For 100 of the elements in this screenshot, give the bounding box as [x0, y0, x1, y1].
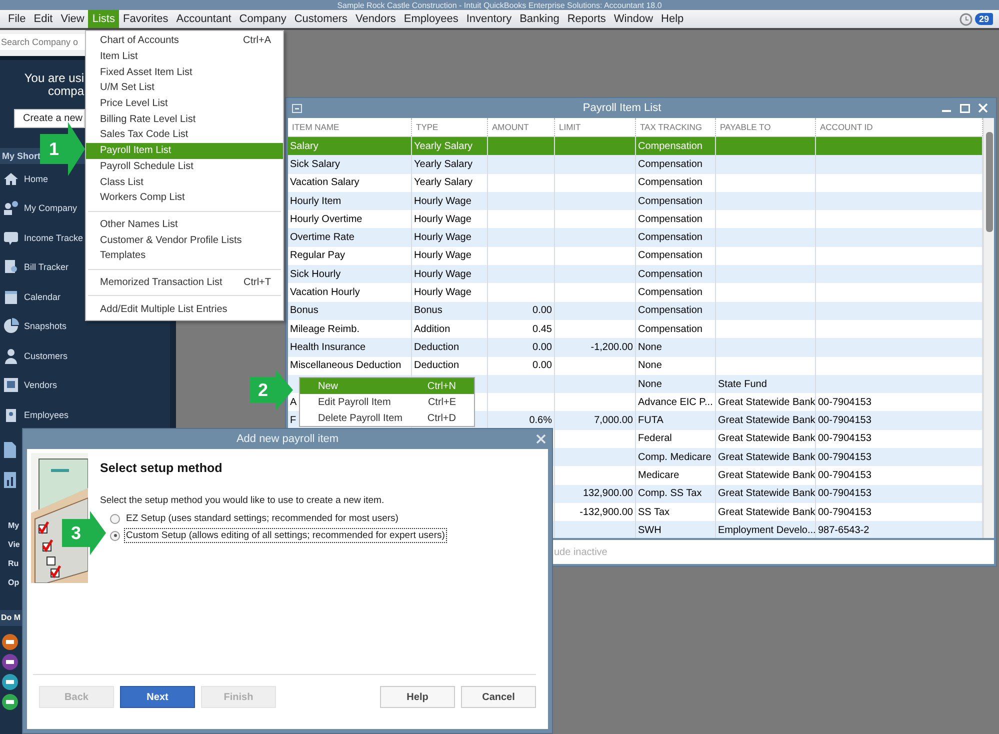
scrollbar[interactable] [983, 118, 994, 538]
table-row[interactable]: Bonus Bonus 0.00 Compensation [288, 302, 983, 320]
do-more-header: Do M [0, 613, 21, 622]
menu-item[interactable]: Banking [516, 10, 564, 28]
menu-item[interactable]: Delete Payroll Item Ctrl+D [300, 410, 474, 426]
menu-item[interactable]: Vendors [352, 10, 400, 28]
sidebar-section-tab[interactable]: Op [8, 572, 20, 592]
wizard-button[interactable]: Cancel [461, 686, 536, 708]
table-row[interactable]: Hourly Item Hourly Wage Compensation [288, 192, 983, 210]
menu-item[interactable]: Workers Comp List [86, 190, 283, 206]
wizard-button[interactable]: Help [380, 686, 455, 708]
table-cell: Bonus [290, 305, 318, 316]
shortcut-item[interactable]: Snapshots [0, 316, 67, 336]
table-cell: -1,200.00 [590, 342, 633, 353]
menu-item[interactable]: File [4, 10, 30, 28]
shortcuts-header: My Short [1, 151, 41, 161]
table-cell: Great Statewide Bank [718, 506, 816, 518]
table-row[interactable]: Overtime Rate Hourly Wage Compensation [288, 228, 983, 247]
menu-item[interactable]: Edit [30, 10, 57, 28]
menu-item[interactable]: Customers [290, 10, 352, 28]
table-cell: Regular Pay [290, 250, 346, 262]
table-cell: 00-7904153 [818, 506, 872, 518]
sidebar-section-tab[interactable]: My [8, 516, 20, 534]
app-icon[interactable] [2, 654, 18, 670]
menu-item[interactable]: Company [235, 10, 290, 28]
table-cell: Hourly Item [290, 196, 342, 207]
table-cell: Hourly Wage [414, 232, 472, 244]
menu-item[interactable]: Fixed Asset Item List [86, 64, 283, 80]
report-icon[interactable] [3, 472, 17, 488]
menu-item[interactable]: View [56, 10, 88, 28]
menu-item[interactable]: Payroll Item List [86, 142, 283, 158]
shortcut-item[interactable]: My Company [0, 198, 78, 218]
menu-item[interactable]: Help [657, 10, 688, 28]
menu-item[interactable]: Employees [400, 10, 462, 28]
wizard-button[interactable]: Next [120, 686, 195, 708]
column-header[interactable]: PAYABLE TO [716, 118, 816, 136]
menu-item[interactable]: Customer & Vendor Profile Lists [86, 232, 283, 248]
table-cell: Hourly Wage [414, 196, 472, 207]
app-icon[interactable] [2, 634, 18, 650]
close-icon[interactable] [536, 434, 546, 444]
menu-item[interactable]: New Ctrl+N [300, 378, 474, 394]
sidebar-section-tab[interactable]: Vie [8, 534, 20, 554]
window-menu-icon[interactable] [292, 104, 302, 112]
table-cell: Hourly Wage [414, 268, 472, 280]
table-cell: Great Statewide Bank [718, 488, 816, 500]
create-company-button[interactable]: Create a new [14, 109, 85, 128]
menu-item[interactable]: Other Names List [86, 216, 283, 232]
radio-button[interactable] [110, 530, 120, 540]
table-cell: Compensation [638, 250, 702, 262]
table-cell: -132,900.00 [580, 506, 633, 518]
menu-item[interactable]: Window [610, 10, 658, 28]
menu-item[interactable]: Chart of Accounts Ctrl+A [86, 33, 283, 49]
table-cell: 132,900.00 [582, 488, 633, 500]
menu-item[interactable]: Class List [86, 174, 283, 190]
radio-label[interactable]: Custom Setup (allows editing of all settings; recommended for expert users) [124, 528, 447, 543]
app-icon[interactable] [2, 694, 18, 710]
shortcut-item[interactable]: Vendors [0, 375, 58, 396]
table-cell: Employment Develo... [718, 524, 816, 536]
menu-item[interactable]: Item List [86, 48, 283, 64]
column-header[interactable]: LIMIT [555, 118, 636, 136]
menu-item[interactable]: Inventory [462, 10, 516, 28]
column-header[interactable]: TAX TRACKING [636, 118, 716, 136]
menu-item[interactable]: Templates [86, 248, 283, 264]
table-cell: State Fund [718, 378, 767, 390]
table-cell: Salary [290, 140, 318, 152]
shortcut-item[interactable]: Customers [0, 346, 68, 366]
reminder-count-badge[interactable]: 29 [974, 13, 993, 25]
menu-item[interactable]: Accountant [172, 10, 236, 28]
menu-item[interactable]: Reports [563, 10, 610, 28]
table-row[interactable]: Sick Salary Yearly Salary Compensation [288, 155, 983, 174]
menu-item[interactable]: Price Level List [86, 96, 283, 112]
menu-item[interactable]: Add/Edit Multiple List Entries [86, 301, 283, 317]
table-cell: Great Statewide Bank [718, 452, 816, 463]
menu-item[interactable]: Payroll Schedule List [86, 158, 283, 174]
menu-item[interactable]: U/M Set List [86, 80, 283, 96]
radio-button[interactable] [110, 514, 120, 524]
shortcut-item[interactable]: Employees [0, 404, 69, 425]
table-row[interactable]: Sick Hourly Hourly Wage Compensation [288, 265, 983, 284]
column-header[interactable]: AMOUNT [488, 118, 555, 136]
menu-item[interactable]: Edit Payroll Item Ctrl+E [300, 394, 474, 410]
menu-item[interactable]: Lists [88, 10, 119, 28]
menu-item[interactable]: Memorized Transaction List Ctrl+T [86, 274, 283, 290]
shortcut-item[interactable]: Bill Tracker [0, 257, 69, 278]
table-row[interactable]: Salary Yearly Salary Compensation [288, 137, 983, 156]
app-icon[interactable] [2, 674, 18, 690]
menu-item[interactable]: Billing Rate Level List [86, 111, 283, 128]
shortcut-item[interactable]: Income Tracke [0, 228, 84, 248]
maximize-icon[interactable] [960, 103, 970, 113]
table-row[interactable]: Health Insurance Deduction 0.00 -1,200.00 None [288, 338, 983, 357]
menu-item[interactable]: Sales Tax Code List [86, 127, 283, 143]
column-header[interactable]: TYPE [412, 118, 488, 136]
column-header[interactable]: ITEM NAME [288, 118, 412, 136]
document-icon[interactable] [3, 442, 17, 458]
table-cell: 00-7904153 [818, 396, 872, 408]
search-field[interactable]: Search Company o [0, 34, 85, 50]
sidebar-section-tab[interactable]: Ru [8, 554, 19, 572]
alarm-clock-icon[interactable] [958, 12, 973, 26]
table-cell: Compensation [638, 268, 702, 280]
menu-item[interactable]: Favorites [118, 10, 172, 28]
shortcut-item[interactable]: Calendar [0, 286, 61, 307]
